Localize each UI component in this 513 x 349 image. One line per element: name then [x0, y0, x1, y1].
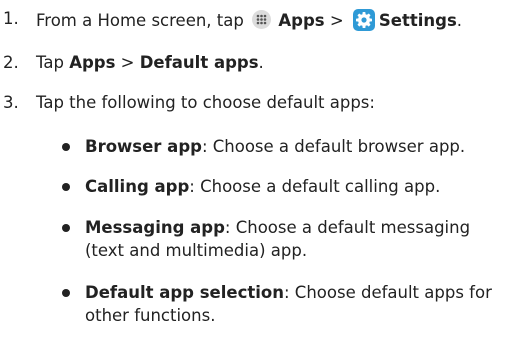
default-apps-label: Default apps [139, 53, 259, 72]
bullet-term: Default app selection [85, 283, 284, 302]
settings-label: Settings [378, 11, 457, 30]
bullet-text: Messaging app: Choose a default messagin… [85, 216, 505, 262]
bullet-dot [62, 143, 70, 151]
separator: > [329, 11, 344, 30]
bullet-text: Calling app: Choose a default calling ap… [85, 175, 505, 198]
bullet-dot [62, 289, 70, 297]
step-end: . [456, 11, 463, 30]
bullet-text: Browser app: Choose a default browser ap… [85, 135, 505, 158]
bullet-term: Messaging app [85, 218, 225, 237]
bullet-dot [62, 224, 70, 232]
bullet-dot [62, 183, 70, 191]
step-number: 1. [3, 9, 19, 28]
step-text: Tap the following to choose default apps… [36, 93, 375, 112]
bullet-desc: : Choose a default browser app. [201, 137, 466, 156]
apps-grid-icon [252, 10, 272, 29]
step-text: From a Home screen, tap Apps > Settings. [36, 9, 462, 31]
step-text: Tap Apps > Default apps. [36, 53, 264, 72]
step-prefix: From a Home screen, tap [36, 11, 244, 30]
apps-label: Apps [278, 11, 325, 30]
settings-gear-icon [352, 9, 375, 31]
step-number: 2. [3, 53, 19, 72]
bullet-text: Default app selection: Choose default ap… [85, 281, 505, 327]
bullet-term: Calling app [85, 177, 190, 196]
step-number: 3. [3, 93, 19, 112]
apps-label: Apps [69, 53, 116, 72]
bullet-term: Browser app [85, 137, 202, 156]
separator: > [120, 53, 135, 72]
step-prefix: Tap [36, 53, 64, 72]
bullet-desc: : Choose a default calling app. [189, 177, 441, 196]
step-end: . [258, 53, 264, 72]
